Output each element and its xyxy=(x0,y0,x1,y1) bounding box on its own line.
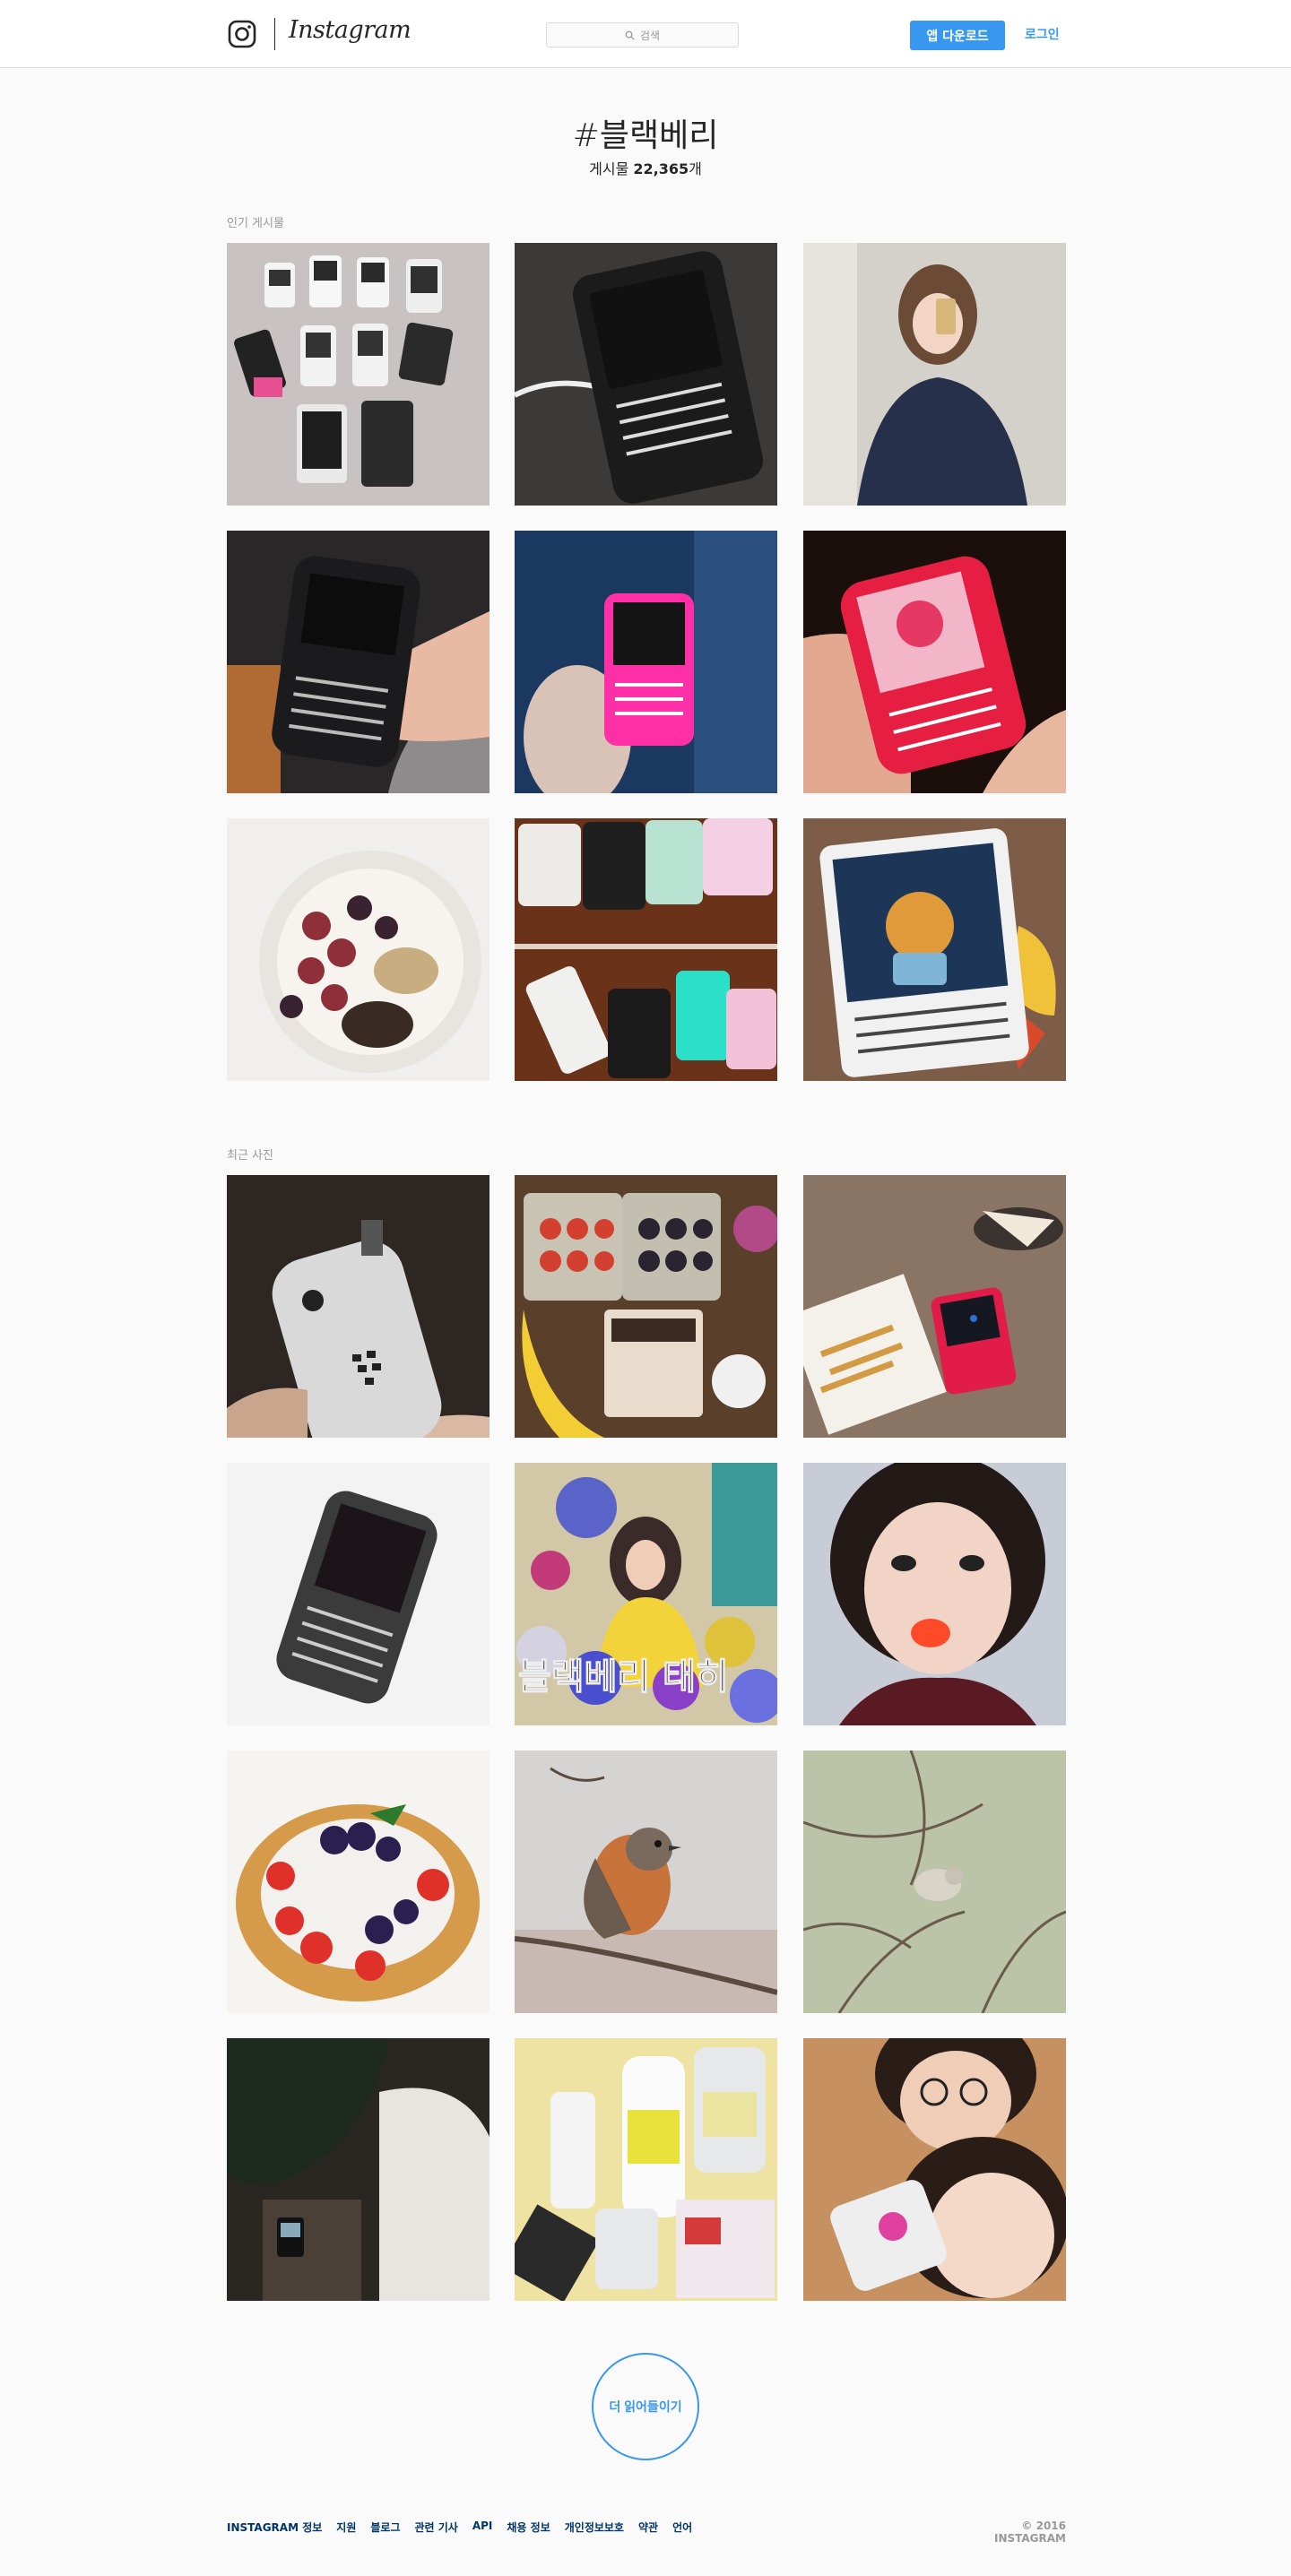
search-icon xyxy=(625,30,635,40)
search-input[interactable]: 검색 xyxy=(546,22,739,48)
post-count-label: 게시물 xyxy=(589,160,634,177)
logo-divider xyxy=(274,18,275,50)
post-tile-blackberry-passport-character[interactable] xyxy=(803,818,1066,1081)
post-tile-fruit-bowl[interactable] xyxy=(227,818,490,1081)
post-tile-blackberry-collection-on-wood[interactable] xyxy=(515,818,777,1081)
top-posts-label: 인기 게시물 xyxy=(227,217,284,230)
post-tile-robin-on-branch[interactable] xyxy=(515,1750,777,2013)
hashtag-title: #블랙베리 xyxy=(572,117,719,154)
post-tile-berries-and-yogurt[interactable] xyxy=(515,1175,777,1438)
post-tile-girl-with-balloons[interactable]: 블랙베리 태히 xyxy=(515,1463,777,1725)
post-count-number: 22,365 xyxy=(633,160,689,177)
instagram-camera-icon[interactable] xyxy=(228,20,256,48)
post-count: 게시물 22,365개 xyxy=(0,157,1291,178)
search-placeholder: 검색 xyxy=(639,29,661,42)
login-link[interactable]: 로그인 xyxy=(1025,25,1060,43)
post-tile-white-blackberry-back[interactable] xyxy=(227,1175,490,1438)
instagram-wordmark[interactable]: Instagram xyxy=(289,16,412,44)
post-count-suffix: 개 xyxy=(689,160,702,177)
footer-link-about[interactable]: INSTAGRAM 정보 xyxy=(227,2520,322,2535)
footer-link-privacy[interactable]: 개인정보보호 xyxy=(565,2520,624,2535)
footer-link-jobs[interactable]: 채용 정보 xyxy=(507,2520,550,2535)
post-tile-bird-in-branches[interactable] xyxy=(803,1750,1066,2013)
footer-links: INSTAGRAM 정보 지원 블로그 관련 기사 API 채용 정보 개인정보… xyxy=(227,2520,692,2535)
post-tile-multiple-phones-on-rug[interactable] xyxy=(227,243,490,506)
post-tile-berry-waffle[interactable] xyxy=(227,1750,490,2013)
footer-link-api[interactable]: API xyxy=(472,2520,493,2535)
app-download-button[interactable]: 앱 다운로드 xyxy=(910,21,1005,50)
footer-link-terms[interactable]: 약관 xyxy=(638,2520,658,2535)
top-navigation-bar: Instagram 검색 앱 다운로드 로그인 xyxy=(0,0,1291,68)
footer-link-support[interactable]: 지원 xyxy=(336,2520,356,2535)
recent-posts-label: 최근 사진 xyxy=(227,1149,273,1163)
post-tile-cosmetics-bottles[interactable] xyxy=(515,2038,777,2301)
footer-link-language[interactable]: 언어 xyxy=(672,2520,692,2535)
post-tile-couple-with-phone[interactable] xyxy=(803,2038,1066,2301)
footer-link-press[interactable]: 관련 기사 xyxy=(415,2520,458,2535)
post-tile-pink-blackberry-q10[interactable] xyxy=(515,531,777,793)
post-tile-blackberry-classic-on-sheet[interactable] xyxy=(227,1463,490,1725)
post-tile-dark-room-plant[interactable] xyxy=(227,2038,490,2301)
post-tile-red-blackberry-q5[interactable] xyxy=(803,531,1066,793)
post-tile-fries-and-phone[interactable] xyxy=(803,1175,1066,1438)
copyright: © 2016 INSTAGRAM xyxy=(993,2520,1066,2545)
footer-link-blog[interactable]: 블로그 xyxy=(370,2520,400,2535)
load-more-button[interactable]: 더 읽어들이기 xyxy=(592,2353,699,2460)
post-tile-blackberry-bold-in-hand[interactable] xyxy=(227,531,490,793)
post-tile-blackberry-q10-charging[interactable] xyxy=(515,243,777,506)
post-tile-mirror-selfie[interactable] xyxy=(803,243,1066,506)
post-tile-lips-selfie[interactable] xyxy=(803,1463,1066,1725)
overlay-caption: 블랙베리 태히 xyxy=(518,1656,729,1698)
